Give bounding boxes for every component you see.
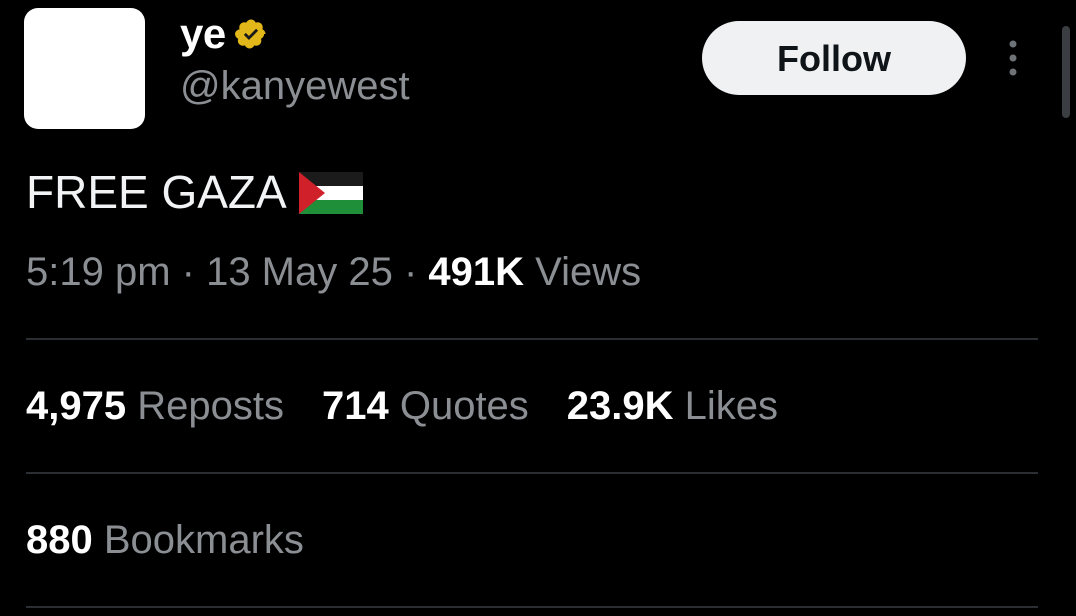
tweet-time[interactable]: 5:19 pm — [26, 250, 171, 294]
palestine-flag-icon — [298, 171, 363, 214]
scrollbar[interactable] — [1062, 26, 1070, 118]
likes-stat[interactable]: 23.9K Likes — [567, 384, 778, 429]
author-display-name[interactable]: ye — [180, 10, 226, 58]
divider — [26, 472, 1038, 474]
views-count: 491K — [428, 250, 525, 294]
reposts-stat[interactable]: 4,975 Reposts — [26, 384, 284, 429]
meta-separator: · — [170, 250, 207, 294]
author-name-row: ye — [180, 6, 268, 62]
bookmarks-label: Bookmarks — [92, 518, 304, 562]
quotes-stat[interactable]: 714 Quotes — [322, 384, 529, 429]
likes-count: 23.9K — [566, 384, 674, 428]
tweet-text: FREE GAZA — [26, 164, 363, 220]
bookmarks-count: 880 — [26, 518, 93, 562]
divider — [26, 338, 1038, 340]
quotes-count: 714 — [321, 384, 389, 428]
tweet-meta: 5:19 pm · 13 May 25 · 491K Views — [26, 250, 641, 295]
reposts-count: 4,975 — [26, 384, 127, 428]
verified-badge-icon — [234, 17, 268, 51]
meta-separator: · — [392, 250, 429, 294]
divider — [26, 606, 1038, 608]
bookmarks-stat[interactable]: 880 Bookmarks — [26, 518, 304, 563]
engagement-stats: 4,975 Reposts 714 Quotes 23.9K Likes — [26, 384, 816, 429]
avatar[interactable] — [24, 8, 145, 129]
more-vertical-icon[interactable] — [1003, 36, 1023, 80]
follow-button[interactable]: Follow — [702, 21, 966, 95]
tweet-text-content: FREE GAZA — [26, 166, 287, 218]
quotes-label: Quotes — [388, 384, 529, 428]
tweet-date[interactable]: 13 May 25 — [206, 250, 393, 294]
likes-label: Likes — [673, 384, 779, 428]
author-handle[interactable]: @kanyewest — [180, 64, 410, 109]
views-label: Views — [524, 250, 642, 294]
reposts-label: Reposts — [126, 384, 284, 428]
